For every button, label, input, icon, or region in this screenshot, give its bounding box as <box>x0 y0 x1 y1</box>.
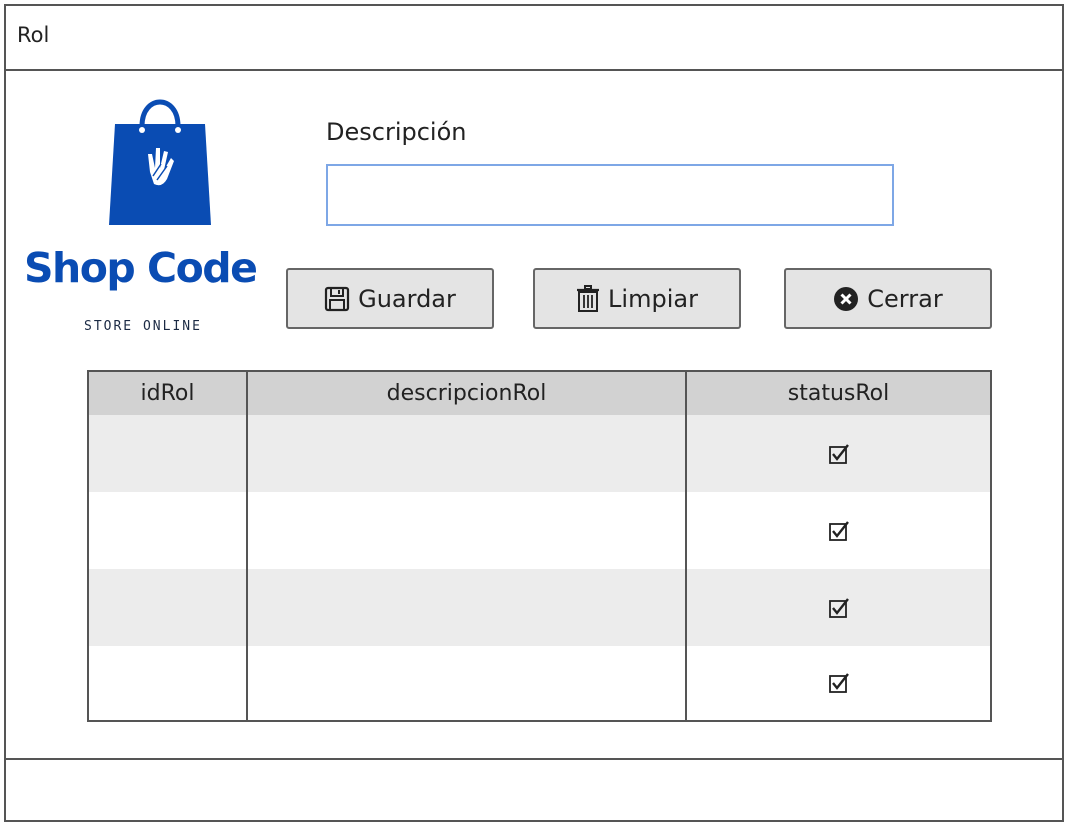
table-row[interactable] <box>89 646 990 720</box>
status-cell <box>687 415 990 492</box>
table-header: idRol descripcionRol statusRol <box>89 372 990 416</box>
column-header-descripcionrol[interactable]: descripcionRol <box>248 372 685 415</box>
column-divider <box>246 372 248 720</box>
checkbox-checked-icon[interactable] <box>828 443 849 464</box>
status-bar <box>6 758 1062 820</box>
save-button-label: Guardar <box>358 284 456 313</box>
table-row[interactable] <box>89 492 990 569</box>
shopping-bag-icon <box>109 99 211 225</box>
save-button[interactable]: Guardar <box>286 268 494 329</box>
logo-subtitle: STORE ONLINE <box>84 319 202 334</box>
checkbox-checked-icon[interactable] <box>828 673 849 693</box>
close-button[interactable]: Cerrar <box>784 268 992 329</box>
title-bar: Rol <box>6 6 1062 71</box>
descripcion-label: Descripción <box>326 118 467 146</box>
status-cell <box>687 569 990 646</box>
clear-button-label: Limpiar <box>608 284 698 313</box>
checkbox-checked-icon[interactable] <box>828 597 849 618</box>
status-cell <box>687 646 990 720</box>
roles-table: idRol descripcionRol statusRol <box>87 370 992 722</box>
close-circle-icon <box>834 286 859 311</box>
logo: Shop Code STORE ONLINE <box>24 84 280 342</box>
column-header-idrol[interactable]: idRol <box>89 372 246 415</box>
rol-window: Rol Shop Code STORE ONLINE Descripción G… <box>4 4 1064 822</box>
logo-title: Shop Code <box>24 244 258 292</box>
column-divider <box>685 372 687 720</box>
checkbox-checked-icon[interactable] <box>828 520 849 541</box>
close-button-label: Cerrar <box>867 284 943 313</box>
window-title: Rol <box>17 23 50 47</box>
clear-button[interactable]: Limpiar <box>533 268 741 329</box>
trash-icon <box>577 284 600 312</box>
floppy-disk-icon <box>325 286 350 311</box>
status-cell <box>687 492 990 569</box>
column-header-statusrol[interactable]: statusRol <box>687 372 990 415</box>
table-row[interactable] <box>89 569 990 646</box>
table-row[interactable] <box>89 415 990 492</box>
descripcion-input[interactable] <box>326 164 894 226</box>
